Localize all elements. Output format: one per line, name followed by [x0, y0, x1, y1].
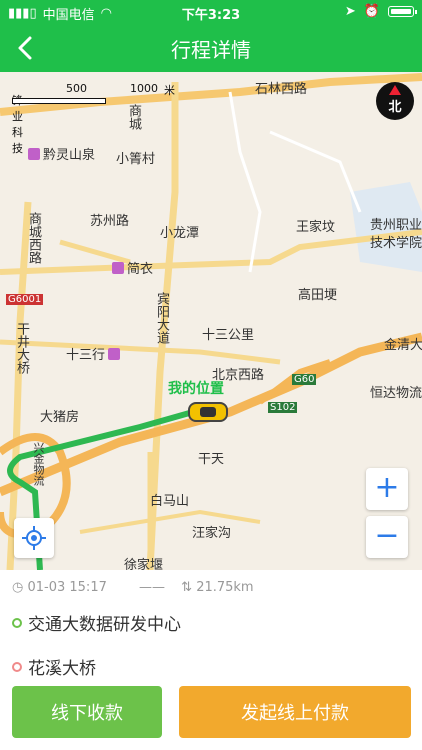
map-label: 十三公里 [202, 328, 255, 343]
map-label: 兴金物流 [32, 442, 45, 486]
map-label: 贵州职业 [370, 218, 422, 233]
map-label: G60 [292, 374, 317, 385]
map-label: 高田埂 [298, 288, 338, 303]
scale-label-b: 1000 [130, 82, 158, 95]
status-bar: ▮▮▮▯ 中国电信 ◠ 下午3:23 ➤ ⏰ [0, 0, 422, 24]
map-label: 王家坟 [296, 220, 336, 235]
map-label: 石林西路 [255, 82, 308, 97]
distance-icon: ⇅ [181, 580, 193, 595]
end-dot-icon [12, 661, 22, 672]
poi-icon [108, 348, 121, 360]
my-location-label: 我的位置 [168, 381, 224, 397]
nav-bar: 行程详情 [0, 24, 422, 72]
map-label: 商城 [126, 104, 141, 130]
trip-meta: ◷ 01-03 15:17 —— ⇅ 21.75km [12, 580, 254, 595]
map-label: 干天 [198, 452, 225, 467]
map-label: 小龙潭 [160, 226, 200, 241]
map-label: 干井大桥 [14, 322, 29, 374]
alarm-icon: ⏰ [363, 4, 380, 19]
map-label: 商城西路 [26, 212, 41, 264]
map-label: 简衣 [112, 258, 153, 277]
battery-icon [388, 6, 417, 17]
poi-icon [112, 262, 124, 274]
map-view[interactable]: 500 1000 米 锋业科技 北 石林西路 商城 黔灵山泉 小箐村 苏州路 小… [0, 72, 422, 570]
end-address-text: 花溪大桥 [28, 659, 96, 679]
scale-label-a: 500 [66, 82, 87, 95]
map-label: 大猪房 [40, 410, 80, 425]
trip-datetime: 01-03 15:17 [27, 580, 107, 595]
trip-info-panel: ◷ 01-03 15:17 —— ⇅ 21.75km 交通大数据研发中心 花溪大… [0, 570, 422, 750]
map-label: 白马山 [150, 494, 190, 509]
online-payment-button[interactable]: 发起线上付款 [179, 686, 411, 738]
compass-icon[interactable]: 北 [376, 82, 414, 120]
page-title: 行程详情 [171, 38, 251, 62]
start-address-text: 交通大数据研发中心 [28, 615, 181, 635]
map-label: 徐家堰 [124, 558, 164, 570]
car-icon [188, 402, 228, 422]
map-label: 苏州路 [90, 214, 130, 229]
map-label: G6001 [6, 294, 44, 305]
start-address: 交通大数据研发中心 [12, 610, 181, 635]
trip-distance: 21.75km [196, 580, 254, 595]
trip-separator: —— [139, 580, 165, 595]
map-label: 小箐村 [116, 152, 156, 167]
end-address: 花溪大桥 [12, 654, 96, 679]
map-label: 十三行 [66, 344, 123, 363]
map-label: 恒达物流 [370, 386, 422, 401]
poi-icon [28, 148, 40, 160]
map-label: 宾阳大道 [154, 292, 169, 344]
map-label: S102 [268, 402, 298, 413]
map-label: 技术学院 [370, 236, 422, 251]
clock-icon: ◷ [12, 580, 24, 595]
map-label: 汪家沟 [192, 526, 232, 541]
locate-icon [22, 526, 46, 550]
locate-button[interactable] [14, 518, 54, 558]
location-arrow-icon: ➤ [344, 4, 356, 19]
zoom-in-button[interactable]: + [366, 468, 408, 510]
zoom-out-button[interactable]: − [366, 516, 408, 558]
scale-unit: 米 [164, 84, 175, 97]
map-label: 金清大 [384, 338, 422, 353]
start-dot-icon [12, 617, 22, 628]
map-label: 黔灵山泉 [28, 144, 95, 163]
scale-bar [12, 98, 106, 104]
offline-payment-button[interactable]: 线下收款 [12, 686, 162, 738]
